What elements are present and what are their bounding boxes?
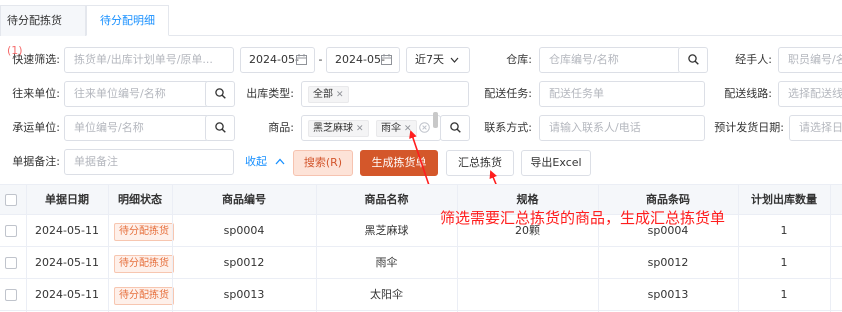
cell-goods-code: sp0004	[223, 224, 265, 237]
column-divider	[830, 184, 831, 312]
table-row[interactable]: 2024-05-11 待分配拣货 sp0013 太阳伞 sp0013 1	[0, 279, 842, 311]
cell-goods-name: 太阳伞	[370, 288, 403, 301]
annotation-text: 筛选需要汇总拣货的商品，生成汇总拣货单	[440, 209, 726, 227]
column-divider	[738, 184, 739, 312]
cell-spec	[457, 247, 598, 278]
cell-quantity: 1	[780, 224, 788, 237]
cell-date: 2024-05-11	[35, 288, 99, 301]
cell-barcode: sp0012	[647, 256, 689, 269]
status-badge: 待分配拣货	[114, 287, 174, 305]
column-divider	[316, 184, 317, 312]
row-checkbox[interactable]	[5, 225, 17, 237]
row-checkbox[interactable]	[5, 289, 17, 301]
column-header[interactable]: 商品名称	[316, 185, 457, 215]
status-badge: 待分配拣货	[114, 223, 174, 241]
cell-goods-name: 黑芝麻球	[364, 224, 409, 237]
column-header[interactable]: 明细状态	[108, 185, 172, 215]
cell-date: 2024-05-11	[35, 224, 99, 237]
row-checkbox[interactable]	[5, 257, 17, 269]
status-badge: 待分配拣货	[114, 255, 174, 273]
cell-spec	[457, 279, 598, 310]
select-all-checkbox[interactable]	[5, 194, 17, 206]
column-divider	[108, 184, 109, 312]
column-divider	[26, 184, 27, 312]
column-header[interactable]: 单据日期	[26, 185, 108, 215]
cell-goods-name: 雨伞	[375, 256, 398, 269]
column-divider	[172, 184, 173, 312]
cell-goods-code: sp0013	[223, 288, 265, 301]
column-header[interactable]: 计划出库数量	[738, 185, 830, 215]
table-row[interactable]: 2024-05-11 待分配拣货 sp0012 雨伞 sp0012 1	[0, 247, 842, 279]
details-table: 单据日期 明细状态 商品编号 商品名称 规格 商品条码 计划出库数量 2024-…	[0, 184, 842, 312]
cell-quantity: 1	[780, 256, 788, 269]
column-header[interactable]: 商品编号	[172, 185, 316, 215]
column-divider	[598, 184, 599, 312]
cell-date: 2024-05-11	[35, 256, 99, 269]
cell-quantity: 1	[780, 288, 788, 301]
column-divider	[457, 184, 458, 312]
cell-barcode: sp0013	[647, 288, 689, 301]
cell-goods-code: sp0012	[223, 256, 265, 269]
